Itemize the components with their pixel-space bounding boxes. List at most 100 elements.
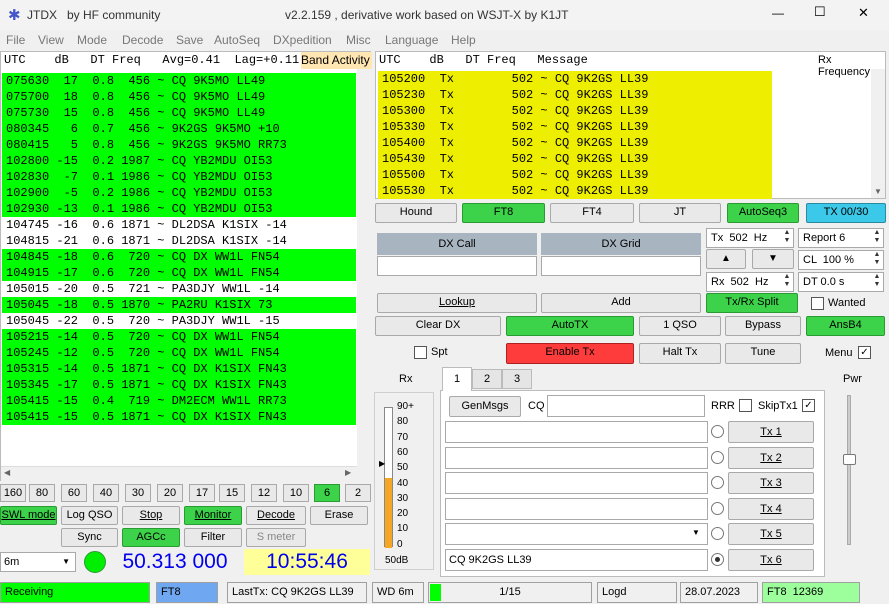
band-activity-row[interactable]: 080415 5 0.8 456 ~ 9K2GS 9K5MO RR73 — [2, 137, 356, 153]
band-activity-row[interactable]: 105045 -18 0.5 1870 ~ PA2RU K1SIX 73 — [2, 297, 356, 313]
swl-mode-button[interactable]: SWL mode — [0, 506, 57, 525]
autotx-button[interactable]: AutoTX — [506, 316, 634, 336]
band-button-17[interactable]: 17 — [189, 484, 215, 502]
band-activity-scrollbar[interactable] — [357, 69, 371, 481]
band-select[interactable]: 6m ▼ — [0, 552, 76, 572]
rx-frequency-scrollbar[interactable]: ▼ — [871, 69, 885, 198]
band-activity-row[interactable]: 105415 -15 0.5 1871 ~ CQ DX K1SIX FN43 — [2, 409, 356, 425]
wanted-checkbox[interactable] — [811, 297, 824, 310]
menu-decode[interactable]: Decode — [122, 33, 163, 47]
tx2-radio[interactable] — [711, 450, 724, 464]
tab-3[interactable]: 3 — [502, 369, 532, 389]
dx-call-input[interactable] — [377, 256, 537, 276]
tx4-button[interactable]: Tx 4 — [728, 497, 814, 520]
band-button-40[interactable]: 40 — [93, 484, 119, 502]
scroll-right-icon[interactable]: ▶ — [345, 468, 351, 477]
rx-frequency-row[interactable]: 105500 Tx 502 ~ CQ 9K2GS LL39 — [378, 167, 772, 183]
menu-mode[interactable]: Mode — [77, 33, 107, 47]
chevron-down-icon[interactable]: ▼ — [692, 528, 700, 537]
decode-button[interactable]: Decode — [246, 506, 306, 525]
band-activity-row[interactable]: 102900 -5 0.2 1986 ~ CQ YB2MDU OI53 — [2, 185, 356, 201]
tx4-message-input[interactable] — [445, 497, 708, 520]
spinner-arrows-icon[interactable]: ▲ ▼ — [872, 229, 882, 247]
band-activity-row[interactable]: 102830 -7 0.1 1986 ~ CQ YB2MDU OI53 — [2, 169, 356, 185]
bypass-button[interactable]: Bypass — [725, 316, 801, 336]
maximize-icon[interactable]: ☐ — [814, 4, 826, 20]
ft4-button[interactable]: FT4 — [550, 203, 634, 223]
menu-dxpedition[interactable]: DXpedition — [273, 33, 332, 47]
skiptx1-checkbox[interactable]: ✓ — [802, 399, 815, 412]
band-button-20[interactable]: 20 — [157, 484, 183, 502]
halt-tx-button[interactable]: Halt Tx — [639, 343, 721, 364]
autoseq-button[interactable]: AutoSeq3 — [727, 203, 799, 223]
pwr-slider-handle[interactable] — [843, 454, 856, 465]
band-button-2[interactable]: 2 — [345, 484, 371, 502]
spinner-arrows-icon[interactable]: ▲ ▼ — [782, 229, 792, 247]
hound-button[interactable]: Hound — [375, 203, 457, 223]
band-button-6[interactable]: 6 — [314, 484, 340, 502]
rrr-checkbox[interactable] — [739, 399, 752, 412]
menu-autoseq[interactable]: AutoSeq — [214, 33, 260, 47]
lookup-button[interactable]: Lookup — [377, 293, 537, 313]
band-activity-row[interactable]: 080345 6 0.7 456 ~ 9K2GS 9K5MO +10 — [2, 121, 356, 137]
menu-language[interactable]: Language — [385, 33, 438, 47]
freq-down-button[interactable]: ▼ — [752, 249, 794, 269]
band-activity-row[interactable]: 105215 -14 0.5 720 ~ CQ DX WW1L FN54 — [2, 329, 356, 345]
pwr-slider-track[interactable] — [847, 395, 851, 545]
cq-input[interactable] — [547, 395, 705, 417]
tx1-button[interactable]: Tx 1 — [728, 421, 814, 443]
band-activity-row[interactable]: 075700 18 0.8 456 ~ CQ 9K5MO LL49 — [2, 89, 356, 105]
spinner-arrows-icon[interactable]: ▲ ▼ — [782, 273, 792, 291]
genmsgs-button[interactable]: GenMsgs — [449, 396, 521, 417]
band-button-160[interactable]: 160 — [0, 484, 26, 502]
band-activity-row[interactable]: 104815 -21 0.6 1871 ~ DL2DSA K1SIX -14 — [2, 233, 356, 249]
menu-checkbox[interactable]: ✓ — [858, 346, 871, 359]
tab-1[interactable]: 1 — [442, 367, 472, 391]
add-button[interactable]: Add — [541, 293, 701, 313]
tx5-message-input[interactable] — [445, 523, 708, 545]
rx-frequency-list[interactable]: 105200 Tx 502 ~ CQ 9K2GS LL39 105230 Tx 5… — [378, 71, 772, 199]
band-button-80[interactable]: 80 — [29, 484, 55, 502]
tx6-radio[interactable] — [711, 552, 724, 566]
spinner-arrows-icon[interactable]: ▲ ▼ — [872, 273, 882, 291]
dt-spinner[interactable]: DT 0.0 s ▲ ▼ — [798, 272, 884, 292]
clear-dx-button[interactable]: Clear DX — [375, 316, 501, 336]
band-activity-row[interactable]: 075630 17 0.8 456 ~ CQ 9K5MO LL49 — [2, 73, 356, 89]
dx-grid-input[interactable] — [541, 256, 701, 276]
rx-freq-spinner[interactable]: Rx 502 Hz ▲ ▼ — [706, 272, 794, 292]
band-activity-row[interactable]: 102800 -15 0.2 1987 ~ CQ YB2MDU OI53 — [2, 153, 356, 169]
rx-frequency-row[interactable]: 105200 Tx 502 ~ CQ 9K2GS LL39 — [378, 71, 772, 87]
band-activity-row[interactable]: 105045 -22 0.5 720 ~ PA3DJY WW1L -15 — [2, 313, 356, 329]
sync-button[interactable]: Sync — [61, 528, 118, 547]
agcc-button[interactable]: AGCc — [122, 528, 180, 547]
band-activity-row[interactable]: 104745 -16 0.6 1871 ~ DL2DSA K1SIX -14 — [2, 217, 356, 233]
report-spinner[interactable]: Report 6 ▲ ▼ — [798, 228, 884, 248]
menu-file[interactable]: File — [6, 33, 25, 47]
tx2-message-input[interactable] — [445, 446, 708, 469]
jt-button[interactable]: JT — [639, 203, 721, 223]
band-activity-list[interactable]: 075630 17 0.8 456 ~ CQ 9K5MO LL49 075700 … — [2, 73, 356, 425]
band-activity-row[interactable]: 105345 -17 0.5 1871 ~ CQ DX K1SIX FN43 — [2, 377, 356, 393]
freq-up-button[interactable]: ▲ — [706, 249, 746, 269]
tune-button[interactable]: Tune — [725, 343, 801, 364]
one-qso-button[interactable]: 1 QSO — [639, 316, 721, 336]
tx-freq-spinner[interactable]: Tx 502 Hz ▲ ▼ — [706, 228, 794, 248]
band-activity-row[interactable]: 105415 -15 0.4 719 ~ DM2ECM WW1L RR73 — [2, 393, 356, 409]
spinner-arrows-icon[interactable]: ▲ ▼ — [872, 251, 882, 269]
menu-view[interactable]: View — [38, 33, 64, 47]
band-button-12[interactable]: 12 — [251, 484, 277, 502]
tab-2[interactable]: 2 — [472, 369, 502, 389]
rx-frequency-row[interactable]: 105230 Tx 502 ~ CQ 9K2GS LL39 — [378, 87, 772, 103]
horizontal-scrollbar[interactable]: ◀ ▶ — [1, 466, 357, 481]
menu-help[interactable]: Help — [451, 33, 476, 47]
rx-frequency-row[interactable]: 105300 Tx 502 ~ CQ 9K2GS LL39 — [378, 103, 772, 119]
erase-button[interactable]: Erase — [310, 506, 368, 525]
tx6-button[interactable]: Tx 6 — [728, 548, 814, 571]
band-button-60[interactable]: 60 — [61, 484, 87, 502]
spt-checkbox[interactable] — [414, 346, 427, 359]
tx3-radio[interactable] — [711, 476, 724, 489]
txrx-split-button[interactable]: Tx/Rx Split — [706, 293, 798, 313]
tx6-message-input[interactable]: CQ 9K2GS LL39 — [445, 548, 708, 571]
monitor-button[interactable]: Monitor — [184, 506, 242, 525]
s-meter-button[interactable]: S meter — [246, 528, 306, 547]
